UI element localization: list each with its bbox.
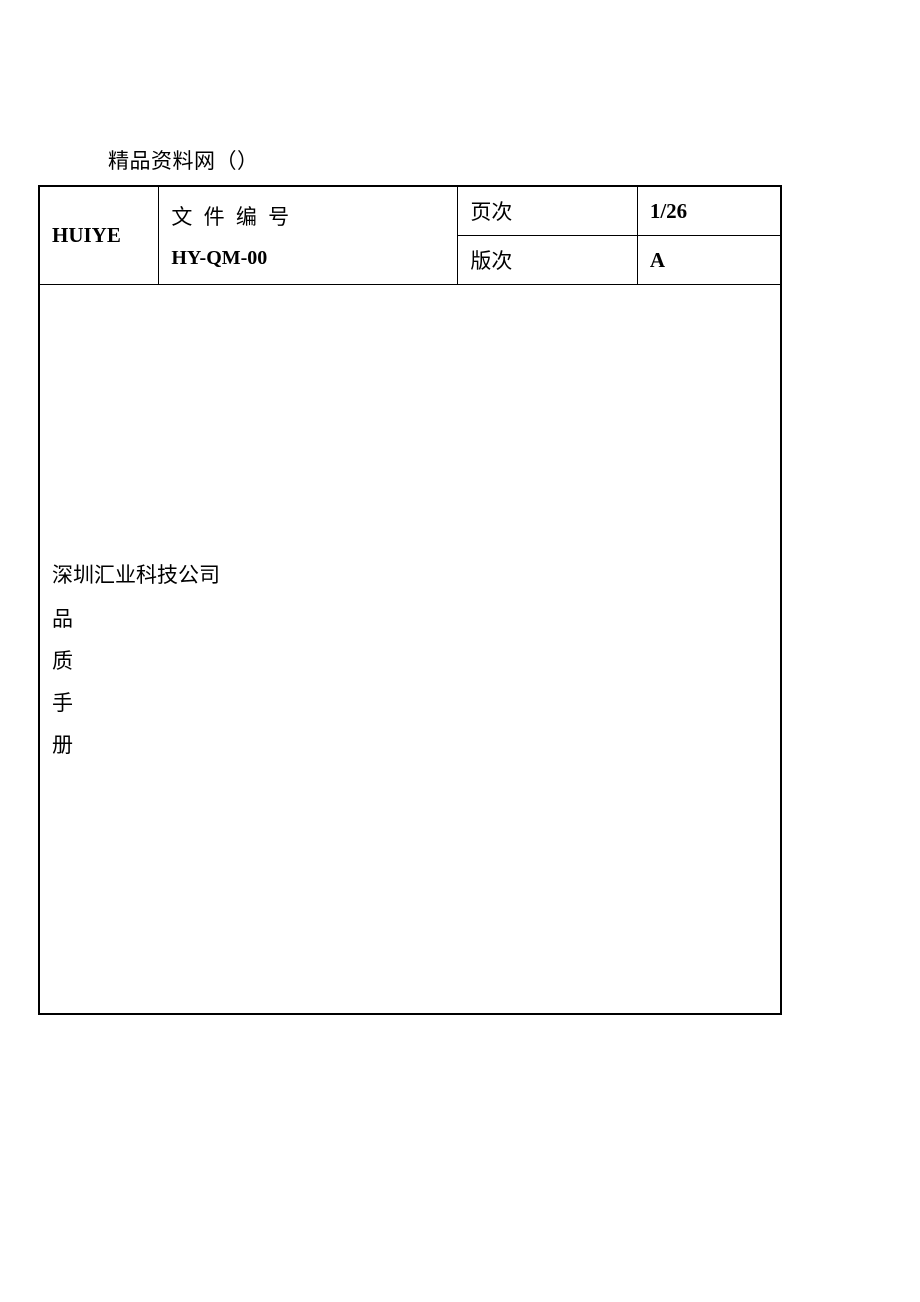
doc-number-value: HY-QM-00	[171, 247, 267, 269]
title-char: 品	[52, 598, 770, 640]
title-char: 质	[52, 640, 770, 682]
site-note: 精品资料网（）	[108, 145, 259, 175]
title-char: 手	[52, 682, 770, 724]
version-label-cell: 版次	[458, 236, 637, 285]
page-value-cell: 1/26	[637, 186, 781, 236]
title-char: 册	[52, 724, 770, 766]
company-name: 深圳汇业科技公司	[52, 554, 770, 596]
doc-number-label: 文 件 编 号	[171, 201, 447, 231]
document-body-cell: 深圳汇业科技公司 品 质 手 册	[39, 285, 781, 1014]
page-label-cell: 页次	[458, 186, 637, 236]
version-value-cell: A	[637, 236, 781, 285]
doc-number-cell: 文 件 编 号 HY-QM-00	[159, 186, 458, 285]
document-header-table: HUIYE 文 件 编 号 HY-QM-00 页次 1/26 版次 A 深圳汇业…	[38, 185, 782, 1015]
brand-cell: HUIYE	[39, 186, 159, 285]
